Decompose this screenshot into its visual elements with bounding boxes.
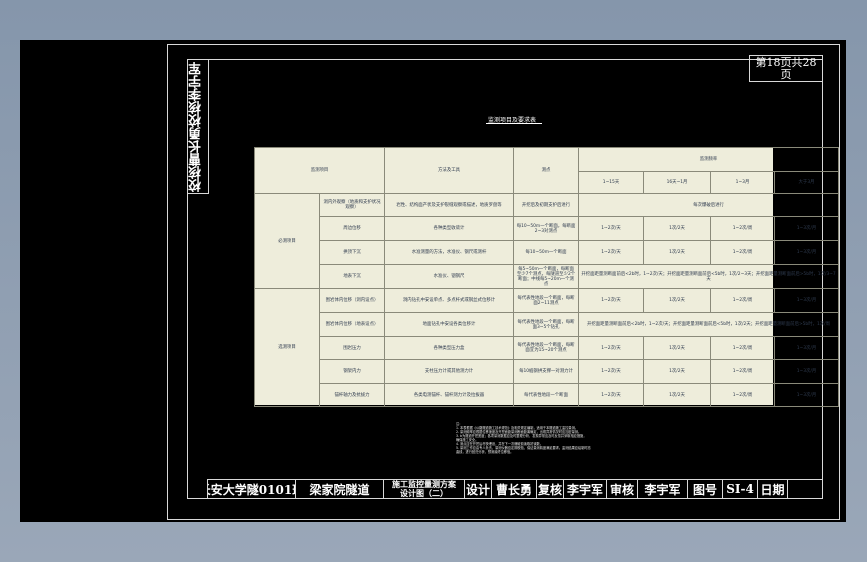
header-freq-4: 大于3月	[774, 171, 840, 194]
header-frequency: 监测频率	[578, 147, 840, 172]
row-method: 水准测量的方法，水准仪、钢尺或测杆	[384, 240, 515, 265]
header-freq-3: 1~3月	[710, 171, 776, 194]
row-freq-1: 1~2次/天	[578, 383, 645, 407]
row-freq-2: 1次/2天	[643, 359, 712, 384]
table-row: 选测项目 围岩体内位移（洞内设点） 洞内钻孔中安设单点、多点杆式或钢丝式位移计 …	[254, 288, 840, 407]
row-points: 每代表性地段一个断面	[513, 383, 580, 407]
group-required: 必测项目	[254, 193, 320, 289]
project-cell: 梁家院隧道	[296, 480, 384, 498]
row-item: 洞内外观察（地质和支护状况观察）	[318, 193, 386, 217]
header-points: 测点	[513, 147, 580, 194]
row-freq-4: 1~3次/月	[774, 383, 840, 407]
page-number-line2: 页	[780, 68, 792, 81]
row-method: 支柱压力计或其他测力计	[384, 359, 515, 384]
reviewer-cell: 李宇军	[638, 480, 688, 498]
table-row: 拱顶下沉 水准测量的方法，水准仪、钢尺或测杆 每10~50m一个断面 1~2次/…	[255, 240, 840, 265]
row-points: 每代表性地段一个断面，每断面宜为15~20个测点	[513, 336, 580, 360]
row-item: 围岩压力	[318, 336, 386, 360]
row-item: 围岩体内位移（地表设点）	[318, 312, 386, 337]
row-freq-4: 1~3次/月	[774, 240, 840, 265]
cad-viewport-background: 校核曹长勇校核李宇军 第18页共28 页 监测项目及要求表 监测项目 方法及工具…	[0, 0, 867, 562]
designer-cell: 曹长勇	[492, 480, 537, 498]
check-label: 复核	[537, 480, 564, 498]
table-row: 钢架内力 支柱压力计或其他测力计 每10榀钢拱支撑一对测力计 1~2次/天 1次…	[255, 359, 840, 384]
table-row: 锚杆轴力及抗拔力 各类电测锚杆、锚杆测力计及拉拔器 每代表性地段一个断面 1~2…	[255, 383, 840, 407]
row-freq-merged: 每次爆破后进行	[578, 193, 840, 217]
header-method: 方法及工具	[384, 147, 515, 194]
row-freq-3: 1~2次/周	[710, 359, 776, 384]
table-row: 地表下沉 水准仪、铟钢尺 每5~50m一个断面，每断面至少7个测点，每隧道至少2…	[255, 264, 840, 289]
row-freq-2: 1次/2天	[643, 383, 712, 407]
row-freq-4: 1~3次/月	[774, 336, 840, 360]
drawing-name-line2: 设计图（二）	[400, 488, 448, 498]
drawing-no-label: 图号	[688, 480, 723, 498]
checker-cell: 李宇军	[564, 480, 607, 498]
row-item: 锚杆轴力及抗拔力	[318, 383, 386, 407]
row-points: 每10~50m一个断面，每断面2~3对测点	[513, 216, 580, 241]
side-strip-text: 校核曹长勇校核李宇军	[189, 62, 204, 192]
row-freq-2: 1次/2天	[643, 336, 712, 360]
row-points: 每代表性地段一个断面，每断面2~11测点	[513, 288, 580, 313]
row-freq-2: 1次/2天	[643, 240, 712, 265]
row-freq-2: 1次/2天	[643, 216, 712, 241]
row-points: 每10~50m一个断面	[513, 240, 580, 265]
date-cell	[788, 480, 822, 498]
row-method: 各类电测锚杆、锚杆测力计及拉拔器	[384, 383, 515, 407]
row-freq-4: 1~3次/月	[774, 216, 840, 241]
row-method: 岩性、结构面产状及支护裂缝观察或描述，地质罗盘等	[384, 193, 515, 217]
row-method: 水准仪、铟钢尺	[384, 264, 515, 289]
monitoring-table: 监测项目 方法及工具 测点 监测频率 1~15天 16天~1月 1~3月 大于3…	[253, 147, 840, 407]
school-cell: 长安大学隧0101班	[208, 480, 296, 498]
side-strip: 校核曹长勇校核李宇军	[187, 59, 209, 194]
row-method: 地面钻孔中安设各类位移计	[384, 312, 515, 337]
page-number-box: 第18页共28 页	[749, 55, 823, 82]
row-freq-text: 开挖面距量测断面前后<2b时，1~2次/天；开挖面距量测断面前后<5b时，1次/…	[578, 312, 840, 337]
title-block: 长安大学隧0101班 梁家院隧道 施工监控量测方案 设计图（二） 设计 曹长勇 …	[207, 479, 823, 499]
row-points: 每10榀钢拱支撑一对测力计	[513, 359, 580, 384]
header-item: 监测项目	[253, 147, 386, 194]
table-row: 围岩体内位移（地表设点） 地面钻孔中安设各类位移计 每代表性地段一个断面，每断面…	[255, 312, 840, 337]
row-freq-text: 开挖面距量测断面前后<2b时，1~2次/天；开挖面距量测断面前后<5b时，1次/…	[578, 264, 840, 289]
row-freq-3: 1~2次/周	[710, 288, 776, 313]
row-points: 开挖后及初期支护后进行	[513, 193, 580, 217]
row-freq-4: 1~3次/月	[774, 288, 840, 313]
row-method: 各种类型压力盒	[384, 336, 515, 360]
header-freq-2: 16天~1月	[643, 171, 712, 194]
design-label: 设计	[465, 480, 492, 498]
row-points: 每代表性地段一个断面，每断面3~5个钻孔	[513, 312, 580, 337]
header-freq-1: 1~15天	[578, 171, 645, 194]
row-item: 周边位移	[318, 216, 386, 241]
row-freq-4: 1~3次/月	[774, 359, 840, 384]
row-points: 每5~50m一个断面，每断面至少7个测点，每隧道至少2个断面；中线每5~20m一…	[513, 264, 580, 289]
drawing-no-cell: SI-4	[723, 480, 758, 498]
date-label: 日期	[758, 480, 788, 498]
row-method: 各种类型收敛计	[384, 216, 515, 241]
drawing-name-cell: 施工监控量测方案 设计图（二）	[384, 480, 465, 498]
row-freq-1: 1~2次/天	[578, 216, 645, 241]
table-row: 围岩压力 各种类型压力盒 每代表性地段一个断面，每断面宜为15~20个测点 1~…	[255, 336, 840, 360]
document-title-underline	[486, 123, 542, 124]
row-freq-3: 1~2次/周	[710, 336, 776, 360]
row-freq-1: 1~2次/天	[578, 288, 645, 313]
drawing-canvas[interactable]: 校核曹长勇校核李宇军 第18页共28 页 监测项目及要求表 监测项目 方法及工具…	[20, 40, 846, 522]
row-freq-3: 1~2次/周	[710, 216, 776, 241]
table-row: 周边位移 各种类型收敛计 每10~50m一个断面，每断面2~3对测点 1~2次/…	[255, 216, 840, 241]
row-item: 钢架内力	[318, 359, 386, 384]
row-freq-3: 1~2次/周	[710, 383, 776, 407]
row-item: 围岩体内位移（洞内设点）	[318, 288, 386, 313]
row-freq-3: 1~2次/周	[710, 240, 776, 265]
row-freq-1: 1~2次/天	[578, 336, 645, 360]
row-method: 洞内钻孔中安设单点、多点杆式或钢丝式位移计	[384, 288, 515, 313]
table-row: 必测项目 洞内外观察（地质和支护状况观察） 岩性、结构面产状及支护裂缝观察或描述…	[254, 193, 840, 289]
row-item: 地表下沉	[318, 264, 386, 289]
row-freq-1: 1~2次/天	[578, 359, 645, 384]
row-freq-1: 1~2次/天	[578, 240, 645, 265]
notes: 注： 1. 本表根据《公路隧道施工技术规范》及相关规定编制，适用于本隧道施工监控…	[456, 422, 686, 454]
review-label: 审核	[607, 480, 638, 498]
group-optional: 选测项目	[254, 288, 320, 407]
row-freq-2: 1次/2天	[643, 288, 712, 313]
row-item: 拱顶下沉	[318, 240, 386, 265]
note-line: 曲线，进行回归分析，预测最终位移值。	[456, 450, 514, 454]
